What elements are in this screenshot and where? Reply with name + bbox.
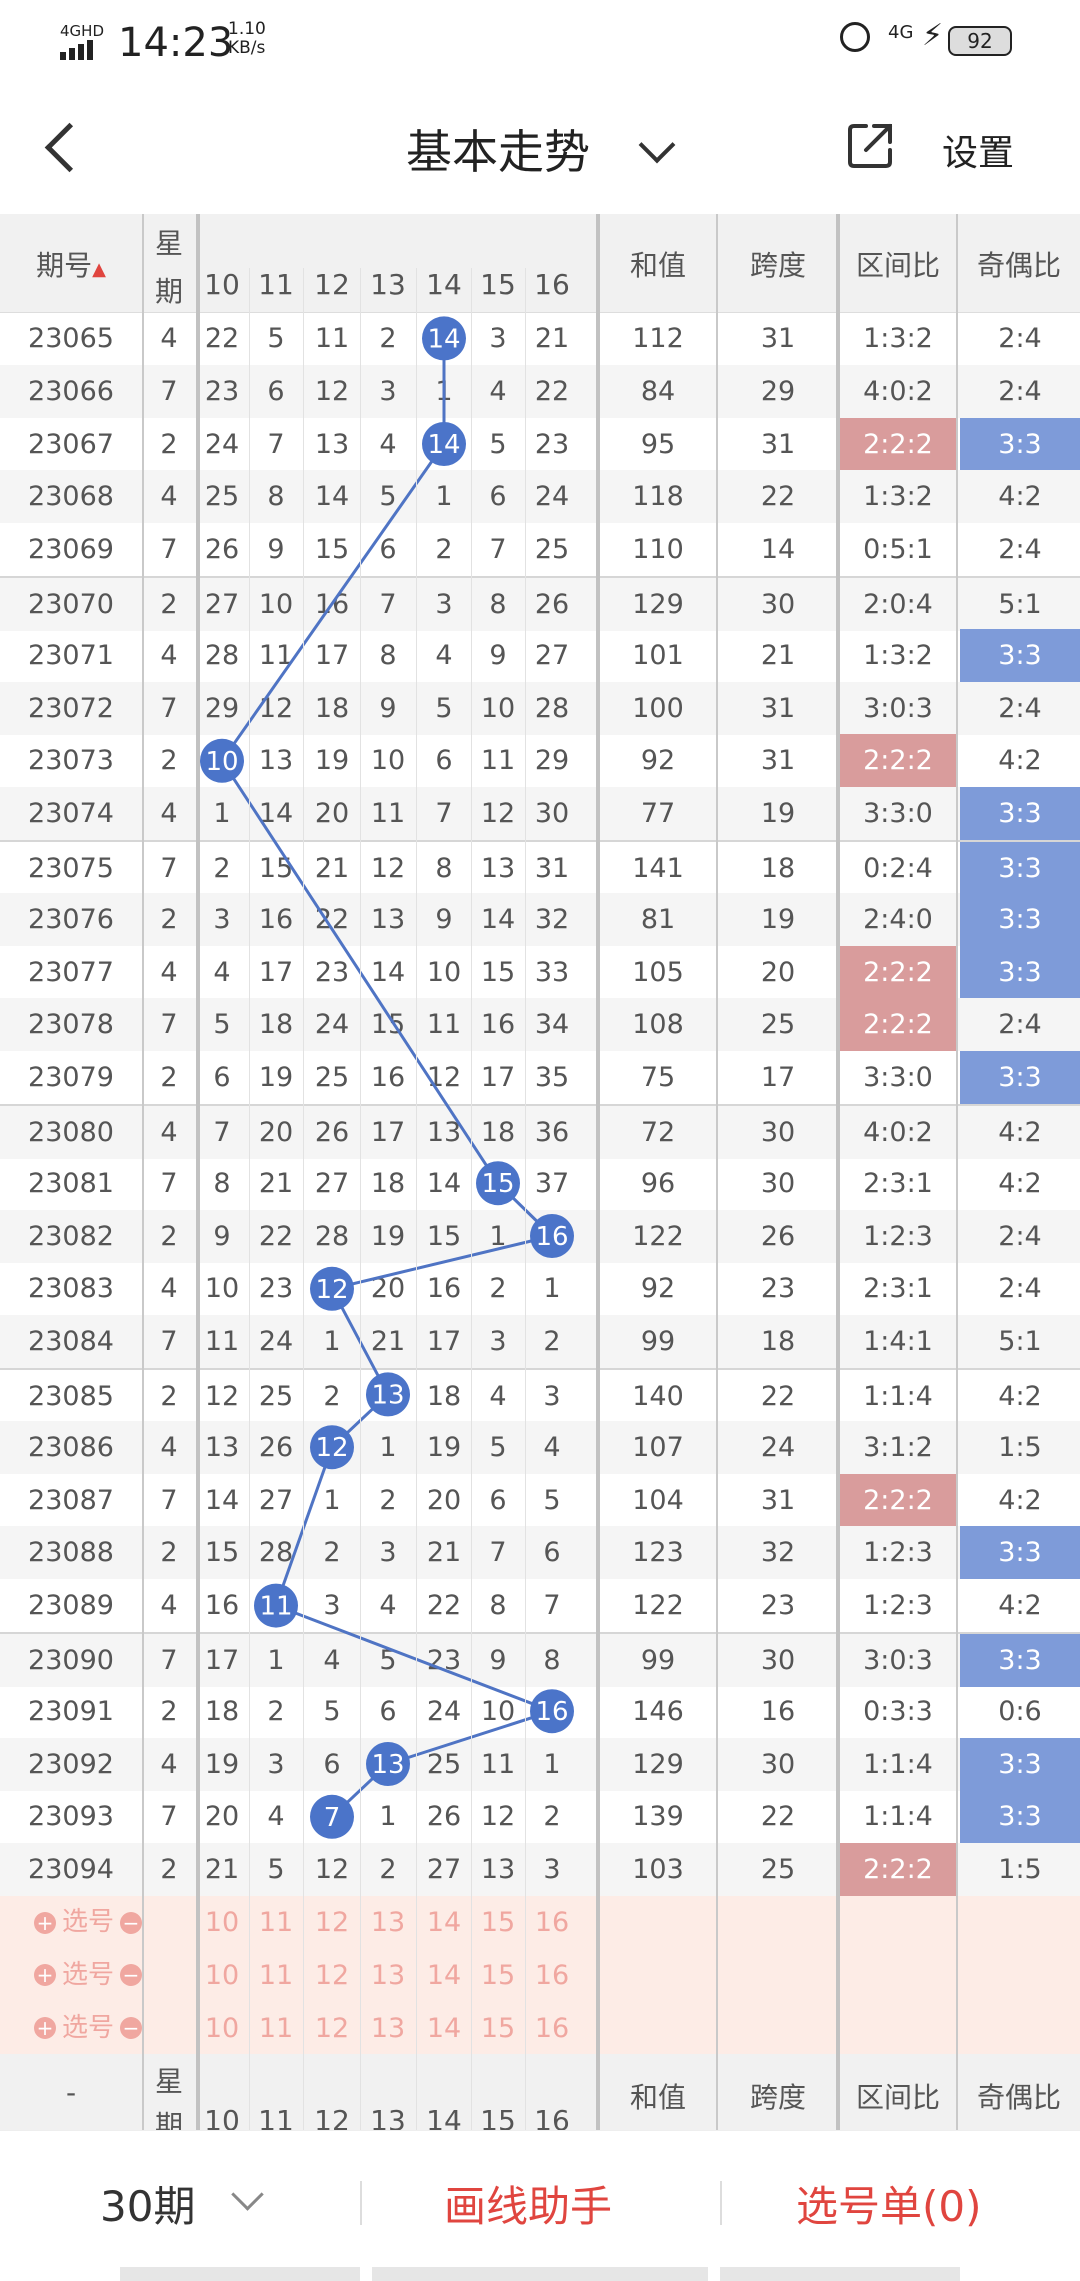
number-column-divider xyxy=(525,268,526,2139)
trend-segment xyxy=(387,1709,553,1766)
number-column-divider xyxy=(471,268,472,2139)
chevron-down-icon[interactable] xyxy=(231,2178,264,2211)
settings-button[interactable]: 设置 xyxy=(942,124,1014,176)
hit-ball-number: 13 xyxy=(371,1380,404,1410)
chevron-down-icon[interactable] xyxy=(638,126,676,164)
hit-ball-number: 16 xyxy=(535,1222,568,1252)
back-arrow-icon[interactable] xyxy=(44,122,95,173)
selection-list-button[interactable]: 选号单(0) xyxy=(796,2173,982,2234)
divider xyxy=(720,2181,722,2225)
mobile-data-label: 4G xyxy=(888,22,914,43)
column-divider xyxy=(596,214,600,2139)
hit-ball-number: 7 xyxy=(324,1803,341,1833)
hit-ball-number: 12 xyxy=(315,1275,348,1305)
trend-segment xyxy=(275,1604,553,1713)
trend-segment xyxy=(274,1446,334,1607)
hit-ball-number: 16 xyxy=(535,1697,568,1727)
battery-icon: 92 xyxy=(948,26,1012,56)
number-column-divider xyxy=(249,268,250,2139)
hit-ball-number: 14 xyxy=(427,324,460,354)
clock: 14:23 xyxy=(118,20,234,66)
top-navigation: 基本走势 设置 xyxy=(0,84,1080,214)
column-divider xyxy=(142,214,144,2139)
bottom-toolbar: 30期 画线助手 选号单(0) xyxy=(0,2130,1080,2281)
column-divider xyxy=(716,214,718,2139)
hit-ball-number: 12 xyxy=(315,1433,348,1463)
signal-icon xyxy=(60,40,96,60)
scroll-indicator xyxy=(372,2267,708,2281)
number-column-divider xyxy=(303,268,304,2139)
trend-segment xyxy=(331,1234,553,1291)
trend-lines: 14 14 10 15 16 12 13 12 11 16 13 7 xyxy=(200,316,574,1839)
column-divider xyxy=(956,214,958,2139)
hit-ball-number: 11 xyxy=(259,1592,292,1622)
net-speed-unit: KB/s xyxy=(228,38,266,58)
period-selector[interactable]: 30期 xyxy=(100,2173,195,2234)
divider xyxy=(360,2181,362,2225)
scroll-indicator xyxy=(120,2267,360,2281)
trend-segment xyxy=(220,443,446,762)
net-speed: 1.10 KB/s xyxy=(228,20,266,58)
charging-icon: ⚡ xyxy=(922,18,944,53)
draw-helper-button[interactable]: 画线助手 xyxy=(444,2173,612,2234)
number-column-divider xyxy=(360,268,361,2139)
hit-ball-number: 14 xyxy=(427,430,460,460)
scroll-indicator xyxy=(720,2267,960,2281)
alarm-icon xyxy=(840,22,870,52)
number-column-divider xyxy=(416,268,417,2139)
hit-ball-number: 13 xyxy=(371,1750,404,1780)
status-bar: 4GHD 14:23 1.10 KB/s 4G ⚡ 92 xyxy=(0,0,1080,84)
page-title[interactable]: 基本走势 xyxy=(406,116,590,182)
network-type: 4GHD xyxy=(60,22,104,40)
column-divider xyxy=(836,214,840,2139)
hit-ball-number: 10 xyxy=(205,747,238,777)
share-icon[interactable] xyxy=(844,120,896,172)
column-divider xyxy=(196,214,200,2139)
net-speed-value: 1.10 xyxy=(228,19,266,39)
hit-ball-number: 15 xyxy=(481,1169,514,1199)
